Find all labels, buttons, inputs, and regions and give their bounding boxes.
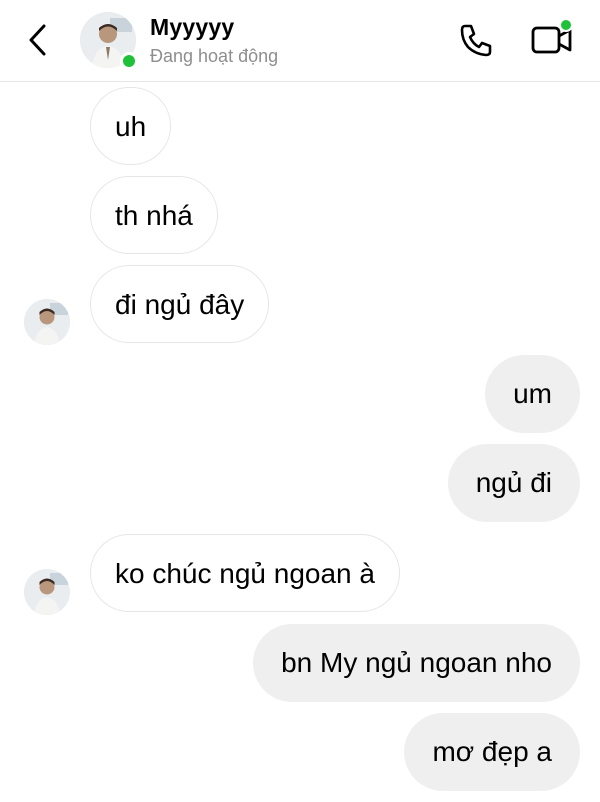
message-bubble-outgoing[interactable]: bn My ngủ ngoan nho — [253, 624, 580, 702]
chevron-left-icon — [29, 24, 46, 56]
message-bubble-outgoing[interactable]: ngủ đi — [447, 444, 580, 522]
video-icon — [531, 18, 573, 54]
message-bubble-incoming[interactable]: ko chúc ngủ ngoan à — [90, 534, 400, 612]
message-text: ngủ đi — [475, 467, 552, 498]
back-button[interactable] — [22, 20, 54, 60]
voice-call-button[interactable] — [456, 20, 496, 60]
message-text: mơ đẹp a — [432, 736, 552, 767]
message-text: đi ngủ đây — [115, 289, 245, 320]
message-bubble-incoming[interactable]: đi ngủ đây — [90, 265, 270, 343]
online-status-dot — [120, 52, 138, 70]
message-text: th nhá — [115, 200, 193, 231]
message-text: um — [513, 378, 552, 409]
contact-status: Đang hoạt động — [150, 46, 279, 66]
video-call-button[interactable] — [530, 18, 576, 60]
chat-header: Myyyyy Đang hoạt động — [0, 0, 600, 82]
sender-avatar[interactable] — [24, 299, 70, 345]
message-text: bn My ngủ ngoan nho — [281, 647, 552, 678]
message-text: ko chúc ngủ ngoan à — [115, 558, 375, 589]
message-bubble-incoming[interactable]: th nhá — [90, 176, 218, 254]
message-text: uh — [115, 111, 147, 142]
message-bubble-outgoing[interactable]: um — [485, 355, 580, 433]
message-bubble-outgoing[interactable]: mơ đẹp a — [404, 713, 580, 791]
contact-info[interactable]: Myyyyy Đang hoạt động — [150, 14, 278, 68]
message-bubble-incoming[interactable]: uh — [90, 87, 172, 165]
contact-avatar[interactable] — [80, 12, 138, 70]
phone-icon — [460, 24, 492, 57]
sender-avatar[interactable] — [24, 569, 70, 615]
contact-name: Myyyyy — [150, 14, 235, 40]
